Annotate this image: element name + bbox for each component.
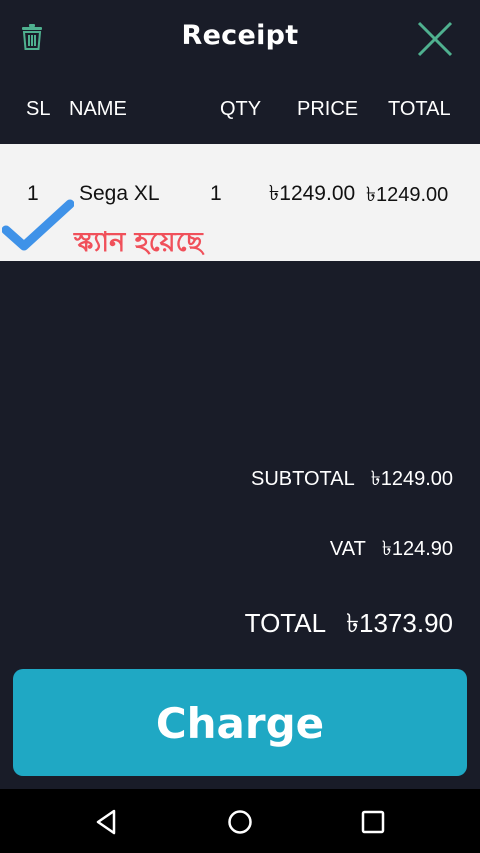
item-name: Sega XL [79,182,160,205]
subtotal-value: ৳1249.00 [370,468,453,490]
table-row[interactable]: 1 Sega XL 1 ৳1249.00 ৳1249.00 স্ক্যান হয… [0,144,480,261]
back-icon[interactable] [92,807,122,837]
column-header-price: PRICE [297,98,359,120]
page-title: Receipt [181,20,299,51]
system-navigation-bar [0,789,480,853]
item-qty: 1 [210,182,222,205]
column-header-qty: QTY [220,98,262,120]
item-price: ৳1249.00 [268,182,356,205]
total-row: TOTAL ৳1373.90 [245,603,453,647]
home-icon[interactable] [225,807,255,837]
column-header-total: TOTAL [388,98,451,120]
column-header-name: NAME [69,98,127,120]
subtotal-label: SUBTOTAL [251,468,355,490]
vat-label: VAT [329,538,366,560]
subtotal-row: SUBTOTAL ৳1249.00 [251,464,453,497]
recents-icon[interactable] [358,807,388,837]
column-header-sl: SL [26,98,51,120]
scan-status-label: স্ক্যান হয়েছে [74,227,203,258]
check-icon [2,199,74,251]
charge-button[interactable]: Charge [13,669,467,776]
item-total: ৳1249.00 [366,184,449,206]
vat-value: ৳124.90 [381,538,453,560]
total-value: ৳1373.90 [346,608,453,638]
vat-row: VAT ৳124.90 [330,534,453,567]
total-label: TOTAL [244,608,327,638]
close-icon[interactable] [416,20,454,58]
header: Receipt [0,0,480,78]
